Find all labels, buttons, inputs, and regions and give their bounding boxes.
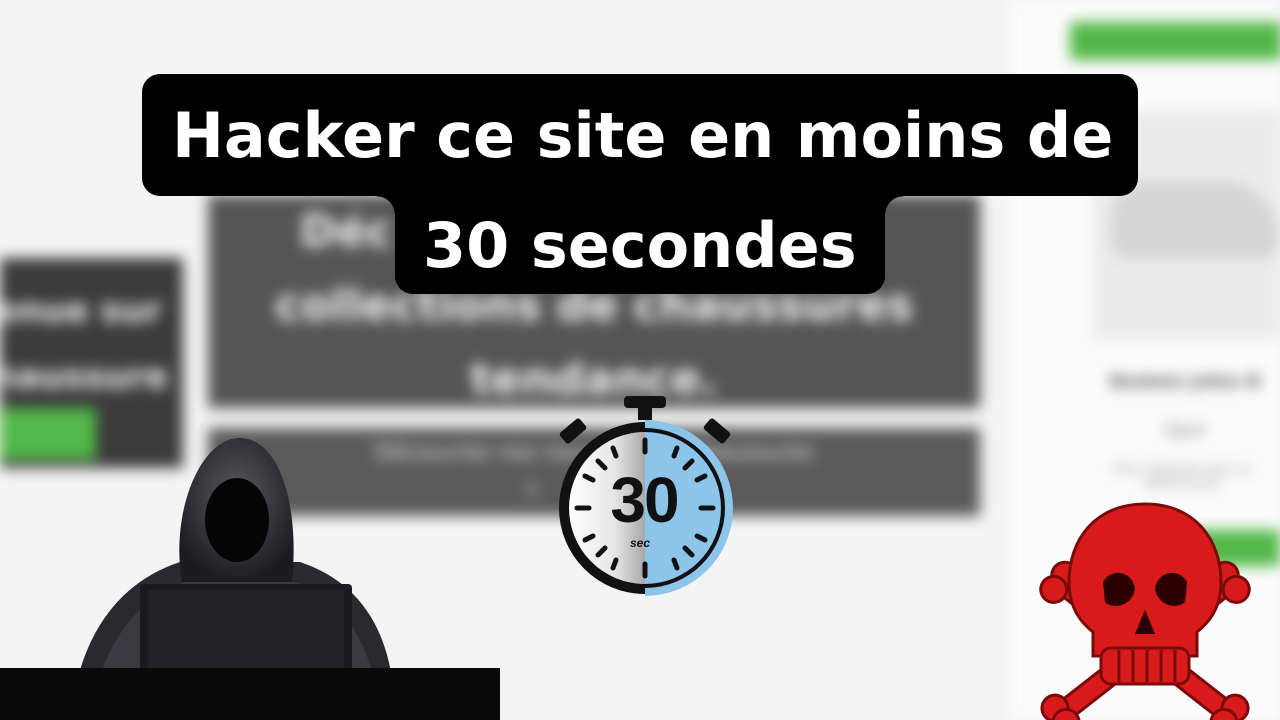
- top-product-button: [1070, 22, 1280, 60]
- product-name-2: ligue: [1164, 420, 1206, 440]
- title-line-1: Hacker ce site en moins de: [142, 74, 1138, 196]
- product-description: Pour intégrant avec un déplacement: [1113, 462, 1252, 490]
- timer-unit: sec: [629, 536, 651, 550]
- timer-value: 30: [610, 464, 679, 536]
- skull-crossbones-icon: [1039, 502, 1251, 720]
- shoe-image: [1110, 180, 1280, 260]
- product-name: Baskets jolies B: [1109, 372, 1261, 392]
- left-promo-line-2: chaussure: [0, 357, 169, 397]
- left-promo-line-1: venue sur: [0, 291, 162, 331]
- hooded-hacker-icon: [0, 437, 500, 720]
- title-line-2: 30 secondes: [377, 196, 903, 294]
